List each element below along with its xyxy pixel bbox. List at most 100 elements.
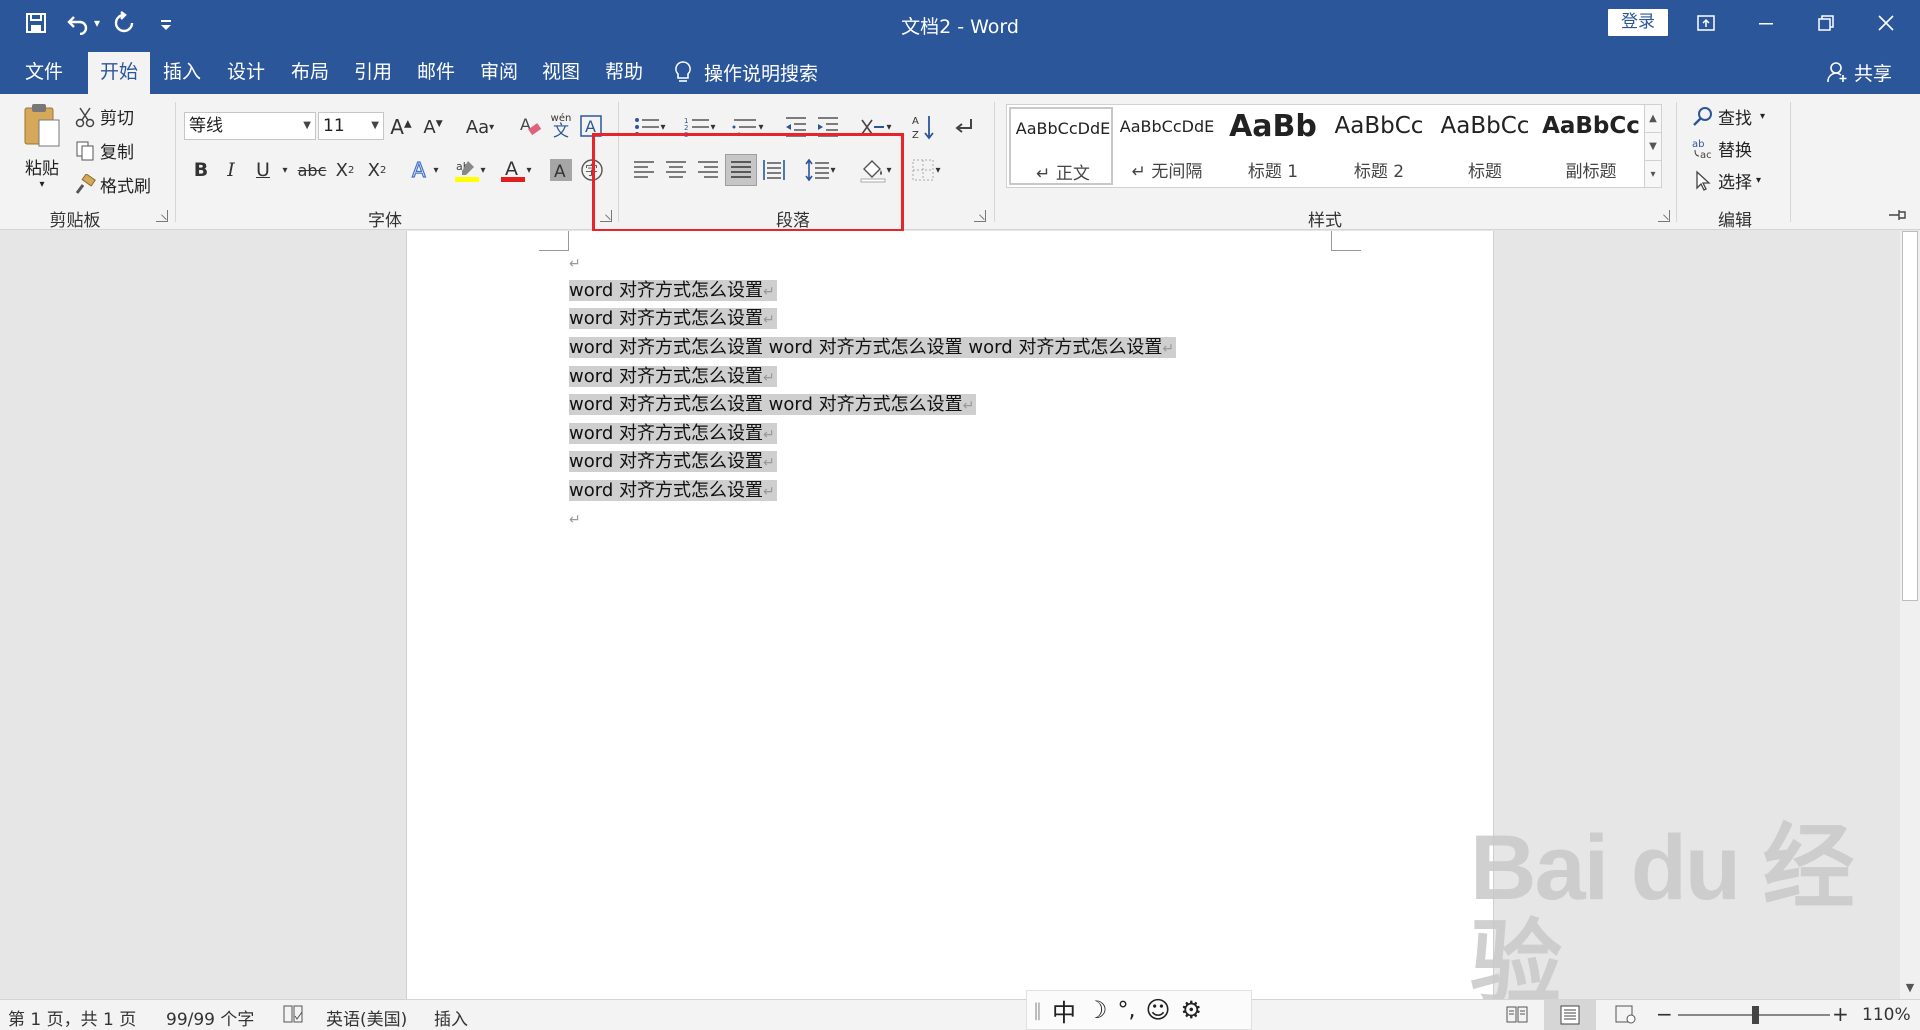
highlight-color-button[interactable]: ab ▾ xyxy=(450,156,490,184)
text-effects-button[interactable]: A ▾ xyxy=(404,156,444,184)
restore-button[interactable] xyxy=(1796,0,1856,46)
distributed-button[interactable] xyxy=(760,156,788,184)
style-heading-2[interactable]: AaBbCc 标题 2 xyxy=(1327,107,1431,185)
enclose-characters-button[interactable]: 字 xyxy=(578,156,606,184)
paragraph-line[interactable]: word 对齐方式怎么设置↵ xyxy=(569,363,777,391)
read-mode-button[interactable] xyxy=(1506,1004,1528,1029)
tab-home[interactable]: 开始 xyxy=(88,52,150,94)
close-button[interactable] xyxy=(1856,0,1916,46)
undo-dropdown-icon[interactable]: ▾ xyxy=(94,16,100,30)
borders-button[interactable]: ▾ xyxy=(904,156,948,184)
half-width-moon-icon[interactable]: ☽ xyxy=(1086,996,1108,1024)
bullets-button[interactable]: ▾ xyxy=(630,114,670,140)
font-size-combo[interactable]: 11 ▼ xyxy=(318,112,384,140)
underline-button[interactable]: U xyxy=(250,156,276,184)
clipboard-launcher-icon[interactable] xyxy=(156,210,168,222)
paragraph-line[interactable]: word 对齐方式怎么设置↵ xyxy=(569,277,777,305)
multilevel-list-button[interactable]: ▾ xyxy=(728,114,768,140)
page-count[interactable]: 第 1 页，共 1 页 xyxy=(8,1005,136,1030)
tab-design[interactable]: 设计 xyxy=(214,52,278,94)
change-case-button[interactable]: Aa ▾ xyxy=(458,114,502,140)
language[interactable]: 英语(美国) xyxy=(326,1005,407,1030)
align-left-button[interactable] xyxy=(630,156,658,184)
font-color-button[interactable]: A ▾ xyxy=(496,156,536,184)
align-center-button[interactable] xyxy=(662,156,690,184)
grow-font-button[interactable]: A▲ xyxy=(388,114,414,140)
share-button[interactable]: 共享 xyxy=(1826,52,1892,92)
justify-button[interactable] xyxy=(725,154,757,186)
collapse-ribbon-button[interactable] xyxy=(1886,206,1908,224)
more-styles-icon[interactable]: ▾ xyxy=(1645,161,1661,189)
character-border-button[interactable]: A xyxy=(578,112,604,140)
superscript-button[interactable]: X2 xyxy=(364,156,390,184)
paragraph-line[interactable]: word 对齐方式怎么设置 word 对齐方式怎么设置↵ xyxy=(569,391,977,419)
vertical-scrollbar[interactable]: ▼ xyxy=(1900,231,1920,999)
chevron-up-icon[interactable]: ▲ xyxy=(1645,105,1661,133)
ribbon-display-button[interactable] xyxy=(1676,0,1736,46)
sort-button[interactable]: AZ xyxy=(910,112,938,142)
font-name-combo[interactable]: 等线 ▼ xyxy=(184,112,316,140)
zoom-slider-thumb[interactable] xyxy=(1752,1006,1759,1024)
shading-button[interactable]: ▾ xyxy=(854,156,898,184)
save-button[interactable] xyxy=(18,6,54,40)
ime-punctuation-toggle[interactable]: °, xyxy=(1118,998,1136,1023)
style-no-spacing[interactable]: AaBbCcDdE ↵ 无间隔 xyxy=(1115,107,1219,185)
chevron-down-icon[interactable]: ▼ xyxy=(1645,133,1661,161)
paragraph-line[interactable]: word 对齐方式怎么设置↵ xyxy=(569,420,777,448)
insert-mode[interactable]: 插入 xyxy=(434,1005,468,1030)
style-heading-1[interactable]: AaBb 标题 1 xyxy=(1221,107,1325,185)
tab-review[interactable]: 审阅 xyxy=(468,52,530,94)
tab-mailings[interactable]: 邮件 xyxy=(404,52,468,94)
tab-view[interactable]: 视图 xyxy=(530,52,592,94)
redo-button[interactable] xyxy=(106,6,142,40)
tab-insert[interactable]: 插入 xyxy=(150,52,214,94)
find-button[interactable]: 查找 ▾ xyxy=(1692,104,1765,129)
gear-icon[interactable]: ⚙ xyxy=(1181,996,1203,1024)
document-page[interactable]: ↵ word 对齐方式怎么设置↵ word 对齐方式怎么设置↵ word 对齐方… xyxy=(406,231,1494,999)
proofing-icon[interactable] xyxy=(282,1004,304,1029)
character-shading-button[interactable]: A xyxy=(548,156,574,184)
copy-button[interactable]: 复制 xyxy=(74,138,134,163)
login-button[interactable]: 登录 xyxy=(1608,9,1668,36)
style-normal[interactable]: AaBbCcDdE ↵ 正文 xyxy=(1009,107,1113,185)
ime-language-toggle[interactable]: 中 xyxy=(1052,993,1076,1028)
style-subtitle[interactable]: AaBbCc 副标题 xyxy=(1539,107,1643,185)
scroll-down-icon[interactable]: ▼ xyxy=(1900,981,1920,999)
font-launcher-icon[interactable] xyxy=(600,210,612,222)
replace-button[interactable]: ab ac 替换 xyxy=(1692,136,1752,162)
asian-layout-button[interactable]: ▾ xyxy=(856,114,896,140)
subscript-button[interactable]: X2 xyxy=(332,156,358,184)
tab-help[interactable]: 帮助 xyxy=(592,52,656,94)
paragraph-line[interactable]: word 对齐方式怎么设置 word 对齐方式怎么设置 word 对齐方式怎么设… xyxy=(569,334,1177,362)
customize-qat-button[interactable] xyxy=(148,6,184,40)
decrease-indent-button[interactable] xyxy=(782,114,810,140)
line-spacing-button[interactable]: ▾ xyxy=(798,156,842,184)
phonetic-guide-button[interactable]: wén 文 xyxy=(548,110,574,140)
format-painter-button[interactable]: 格式刷 xyxy=(74,172,151,197)
numbering-button[interactable]: 123 ▾ xyxy=(680,114,720,140)
web-layout-button[interactable] xyxy=(1614,1004,1636,1029)
paragraph-line[interactable]: ↵ xyxy=(569,505,581,533)
zoom-in-button[interactable]: + xyxy=(1832,1002,1849,1026)
select-button[interactable]: 选择 ▾ xyxy=(1692,168,1761,193)
emoji-icon[interactable]: ☺ xyxy=(1146,996,1171,1024)
paragraph-launcher-icon[interactable] xyxy=(974,210,986,222)
styles-launcher-icon[interactable] xyxy=(1658,210,1670,222)
shrink-font-button[interactable]: A▼ xyxy=(420,114,446,140)
paragraph-line[interactable]: word 对齐方式怎么设置↵ xyxy=(569,448,777,476)
minimize-button[interactable] xyxy=(1736,0,1796,46)
strikethrough-button[interactable]: abc xyxy=(296,156,328,184)
show-formatting-marks-button[interactable] xyxy=(950,112,978,142)
cut-button[interactable]: 剪切 xyxy=(74,104,134,129)
scrollbar-thumb[interactable] xyxy=(1902,231,1918,601)
paste-button[interactable]: 粘贴 ▾ xyxy=(16,102,68,190)
paragraph-line[interactable]: word 对齐方式怎么设置↵ xyxy=(569,477,777,505)
print-layout-button[interactable] xyxy=(1544,1000,1596,1030)
drag-handle-icon[interactable]: ‖ xyxy=(1033,1000,1042,1021)
zoom-level[interactable]: 110% xyxy=(1862,1005,1911,1025)
zoom-out-button[interactable]: − xyxy=(1656,1002,1673,1026)
tab-layout[interactable]: 布局 xyxy=(278,52,342,94)
style-title[interactable]: AaBbCc 标题 xyxy=(1433,107,1537,185)
styles-gallery-scroller[interactable]: ▲ ▼ ▾ xyxy=(1644,104,1662,188)
underline-dropdown-icon[interactable]: ▾ xyxy=(278,156,292,184)
